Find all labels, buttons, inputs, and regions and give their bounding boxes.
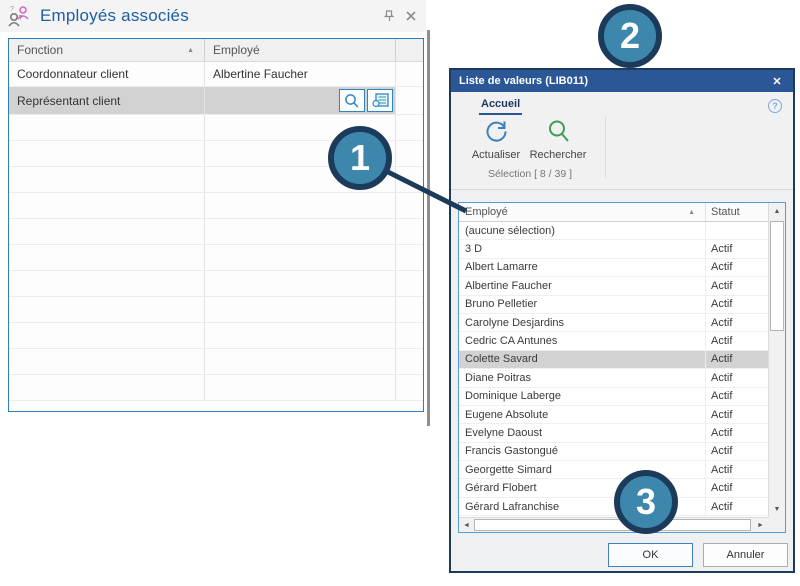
ribbon-buttons: Actualiser Rechercher [465, 116, 589, 161]
horizontal-scroll-thumb[interactable] [474, 519, 751, 531]
refresh-icon [483, 118, 510, 145]
ok-button[interactable]: OK [608, 543, 693, 567]
selection-count-caption: Sélection [ 8 / 39 ] [457, 168, 603, 180]
employe-cell-editing[interactable] [205, 87, 396, 114]
refresh-button[interactable]: Actualiser [465, 116, 527, 161]
column-header-fonction[interactable]: Fonction ▲ [9, 39, 205, 61]
empty-row [9, 271, 423, 297]
callout-badge-1: 1 [328, 126, 392, 190]
empty-row [9, 245, 423, 271]
scroll-up-icon[interactable]: ▲ [769, 203, 785, 219]
dialog-title: Liste de valeurs (LIB011) [459, 75, 769, 87]
empty-row [9, 219, 423, 245]
panel-splitter[interactable] [427, 30, 430, 426]
empty-row [9, 349, 423, 375]
list-search-icon [372, 93, 389, 108]
employe-cell: Albertine Faucher [205, 62, 396, 86]
lookup-buttons [339, 89, 395, 112]
list-item[interactable]: Albert LamarreActif [459, 259, 768, 277]
empty-row [9, 193, 423, 219]
scrollbar-corner [768, 517, 785, 532]
list-item[interactable]: 3 DActif [459, 240, 768, 258]
column-header-employe[interactable]: Employé ▲ [459, 203, 706, 221]
table-row-selected[interactable]: Représentant client [9, 87, 423, 115]
close-icon[interactable] [402, 7, 420, 25]
list-item[interactable]: Gérard FlobertActif [459, 479, 768, 497]
fonction-cell: Représentant client [9, 87, 205, 114]
list-item[interactable]: Albertine FaucherActif [459, 277, 768, 295]
scroll-right-icon[interactable]: ► [753, 518, 768, 532]
list-item[interactable]: Dominique LabergeActif [459, 388, 768, 406]
column-header-statut[interactable]: Statut [706, 203, 768, 221]
list-item[interactable]: (aucune sélection) [459, 222, 768, 240]
panel-header: ? ? Employés associés [0, 0, 426, 32]
list-item[interactable]: Diane PoitrasActif [459, 369, 768, 387]
sort-asc-icon: ▲ [187, 47, 194, 54]
associated-employees-table: Fonction ▲ Employé Coordonnateur client … [8, 38, 424, 412]
cancel-button[interactable]: Annuler [703, 543, 788, 567]
search-button[interactable]: Rechercher [527, 116, 589, 161]
associated-employees-panel: ? ? Employés associés Fonction ▲ Employé [0, 0, 433, 426]
search-icon [545, 118, 572, 145]
list-item[interactable]: Georgette SimardActif [459, 461, 768, 479]
empty-row [9, 323, 423, 349]
column-header-employe[interactable]: Employé [205, 39, 396, 61]
fonction-cell: Coordonnateur client [9, 62, 205, 86]
list-content: Employé ▲ Statut (aucune sélection) 3 DA… [459, 203, 768, 517]
pin-icon[interactable] [380, 7, 398, 25]
list-item[interactable]: Cedric CA AntunesActif [459, 332, 768, 350]
dialog-close-icon[interactable]: ✕ [769, 75, 785, 88]
empty-row [9, 297, 423, 323]
table-row[interactable]: Coordonnateur client Albertine Faucher [9, 62, 423, 87]
dialog-titlebar[interactable]: Liste de valeurs (LIB011) ✕ [451, 70, 793, 92]
help-icon[interactable]: ? [768, 99, 782, 113]
magnifier-icon [344, 93, 360, 109]
table-header-row: Fonction ▲ Employé [9, 39, 423, 62]
ribbon: Accueil ? Actualiser Rechercher Sélectio… [451, 92, 793, 190]
tab-accueil[interactable]: Accueil [479, 98, 522, 115]
callout-badge-2: 2 [598, 4, 662, 68]
scroll-down-icon[interactable]: ▼ [769, 501, 785, 517]
list-header-row: Employé ▲ Statut [459, 203, 768, 222]
sort-asc-icon: ▲ [688, 209, 695, 216]
horizontal-scrollbar[interactable]: ◄ ► [459, 517, 768, 532]
ribbon-separator [605, 116, 606, 178]
list-item[interactable]: Eugene AbsoluteActif [459, 406, 768, 424]
vertical-scroll-thumb[interactable] [770, 221, 784, 331]
empty-row [9, 375, 423, 401]
panel-title: Employés associés [40, 6, 376, 26]
open-list-button[interactable] [367, 89, 393, 112]
callout-badge-3: 3 [614, 470, 678, 534]
list-item[interactable]: Carolyne DesjardinsActif [459, 314, 768, 332]
column-header-extra [396, 39, 423, 61]
svg-text:?: ? [19, 15, 23, 22]
vertical-scrollbar[interactable]: ▲ ▼ [768, 203, 785, 517]
search-lookup-button[interactable] [339, 89, 365, 112]
list-item[interactable]: Francis GastonguéActif [459, 443, 768, 461]
list-item-selected[interactable]: Colette SavardActif [459, 351, 768, 369]
employees-icon: ? ? [6, 4, 32, 28]
svg-text:?: ? [10, 6, 14, 13]
list-item[interactable]: Evelyne DaoustActif [459, 424, 768, 442]
scroll-left-icon[interactable]: ◄ [459, 518, 474, 532]
list-item[interactable]: Bruno PelletierActif [459, 296, 768, 314]
